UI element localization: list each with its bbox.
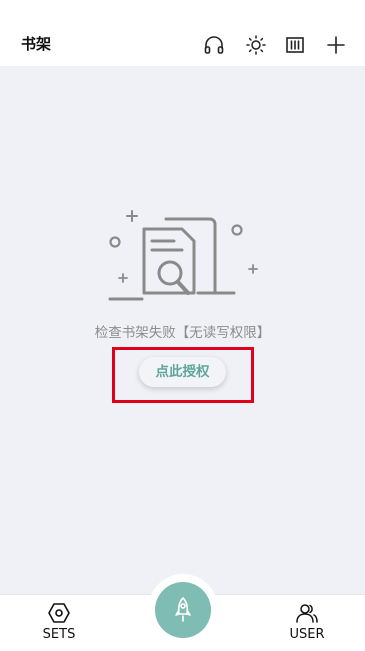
top-bar: 书架 xyxy=(0,0,365,66)
page-title: 书架 xyxy=(21,35,52,53)
nav-sets-label: SETS xyxy=(42,627,76,642)
document-search-icon xyxy=(102,205,262,310)
authorize-button[interactable]: 点此授权 xyxy=(139,357,226,387)
headphones-icon[interactable] xyxy=(203,34,225,56)
rocket-button[interactable] xyxy=(155,582,211,638)
brightness-icon[interactable] xyxy=(245,34,267,56)
users-icon xyxy=(295,601,319,625)
error-message: 检查书架失败【无读写权限】 xyxy=(94,325,271,341)
hexagon-settings-icon xyxy=(47,601,71,625)
nav-user-label: USER xyxy=(289,627,325,642)
rocket-icon xyxy=(175,597,191,622)
nav-sets[interactable]: SETS xyxy=(24,595,94,651)
add-icon[interactable] xyxy=(325,34,347,56)
bookshelf-layout-icon[interactable] xyxy=(284,34,306,56)
nav-user[interactable]: USER xyxy=(272,595,342,651)
